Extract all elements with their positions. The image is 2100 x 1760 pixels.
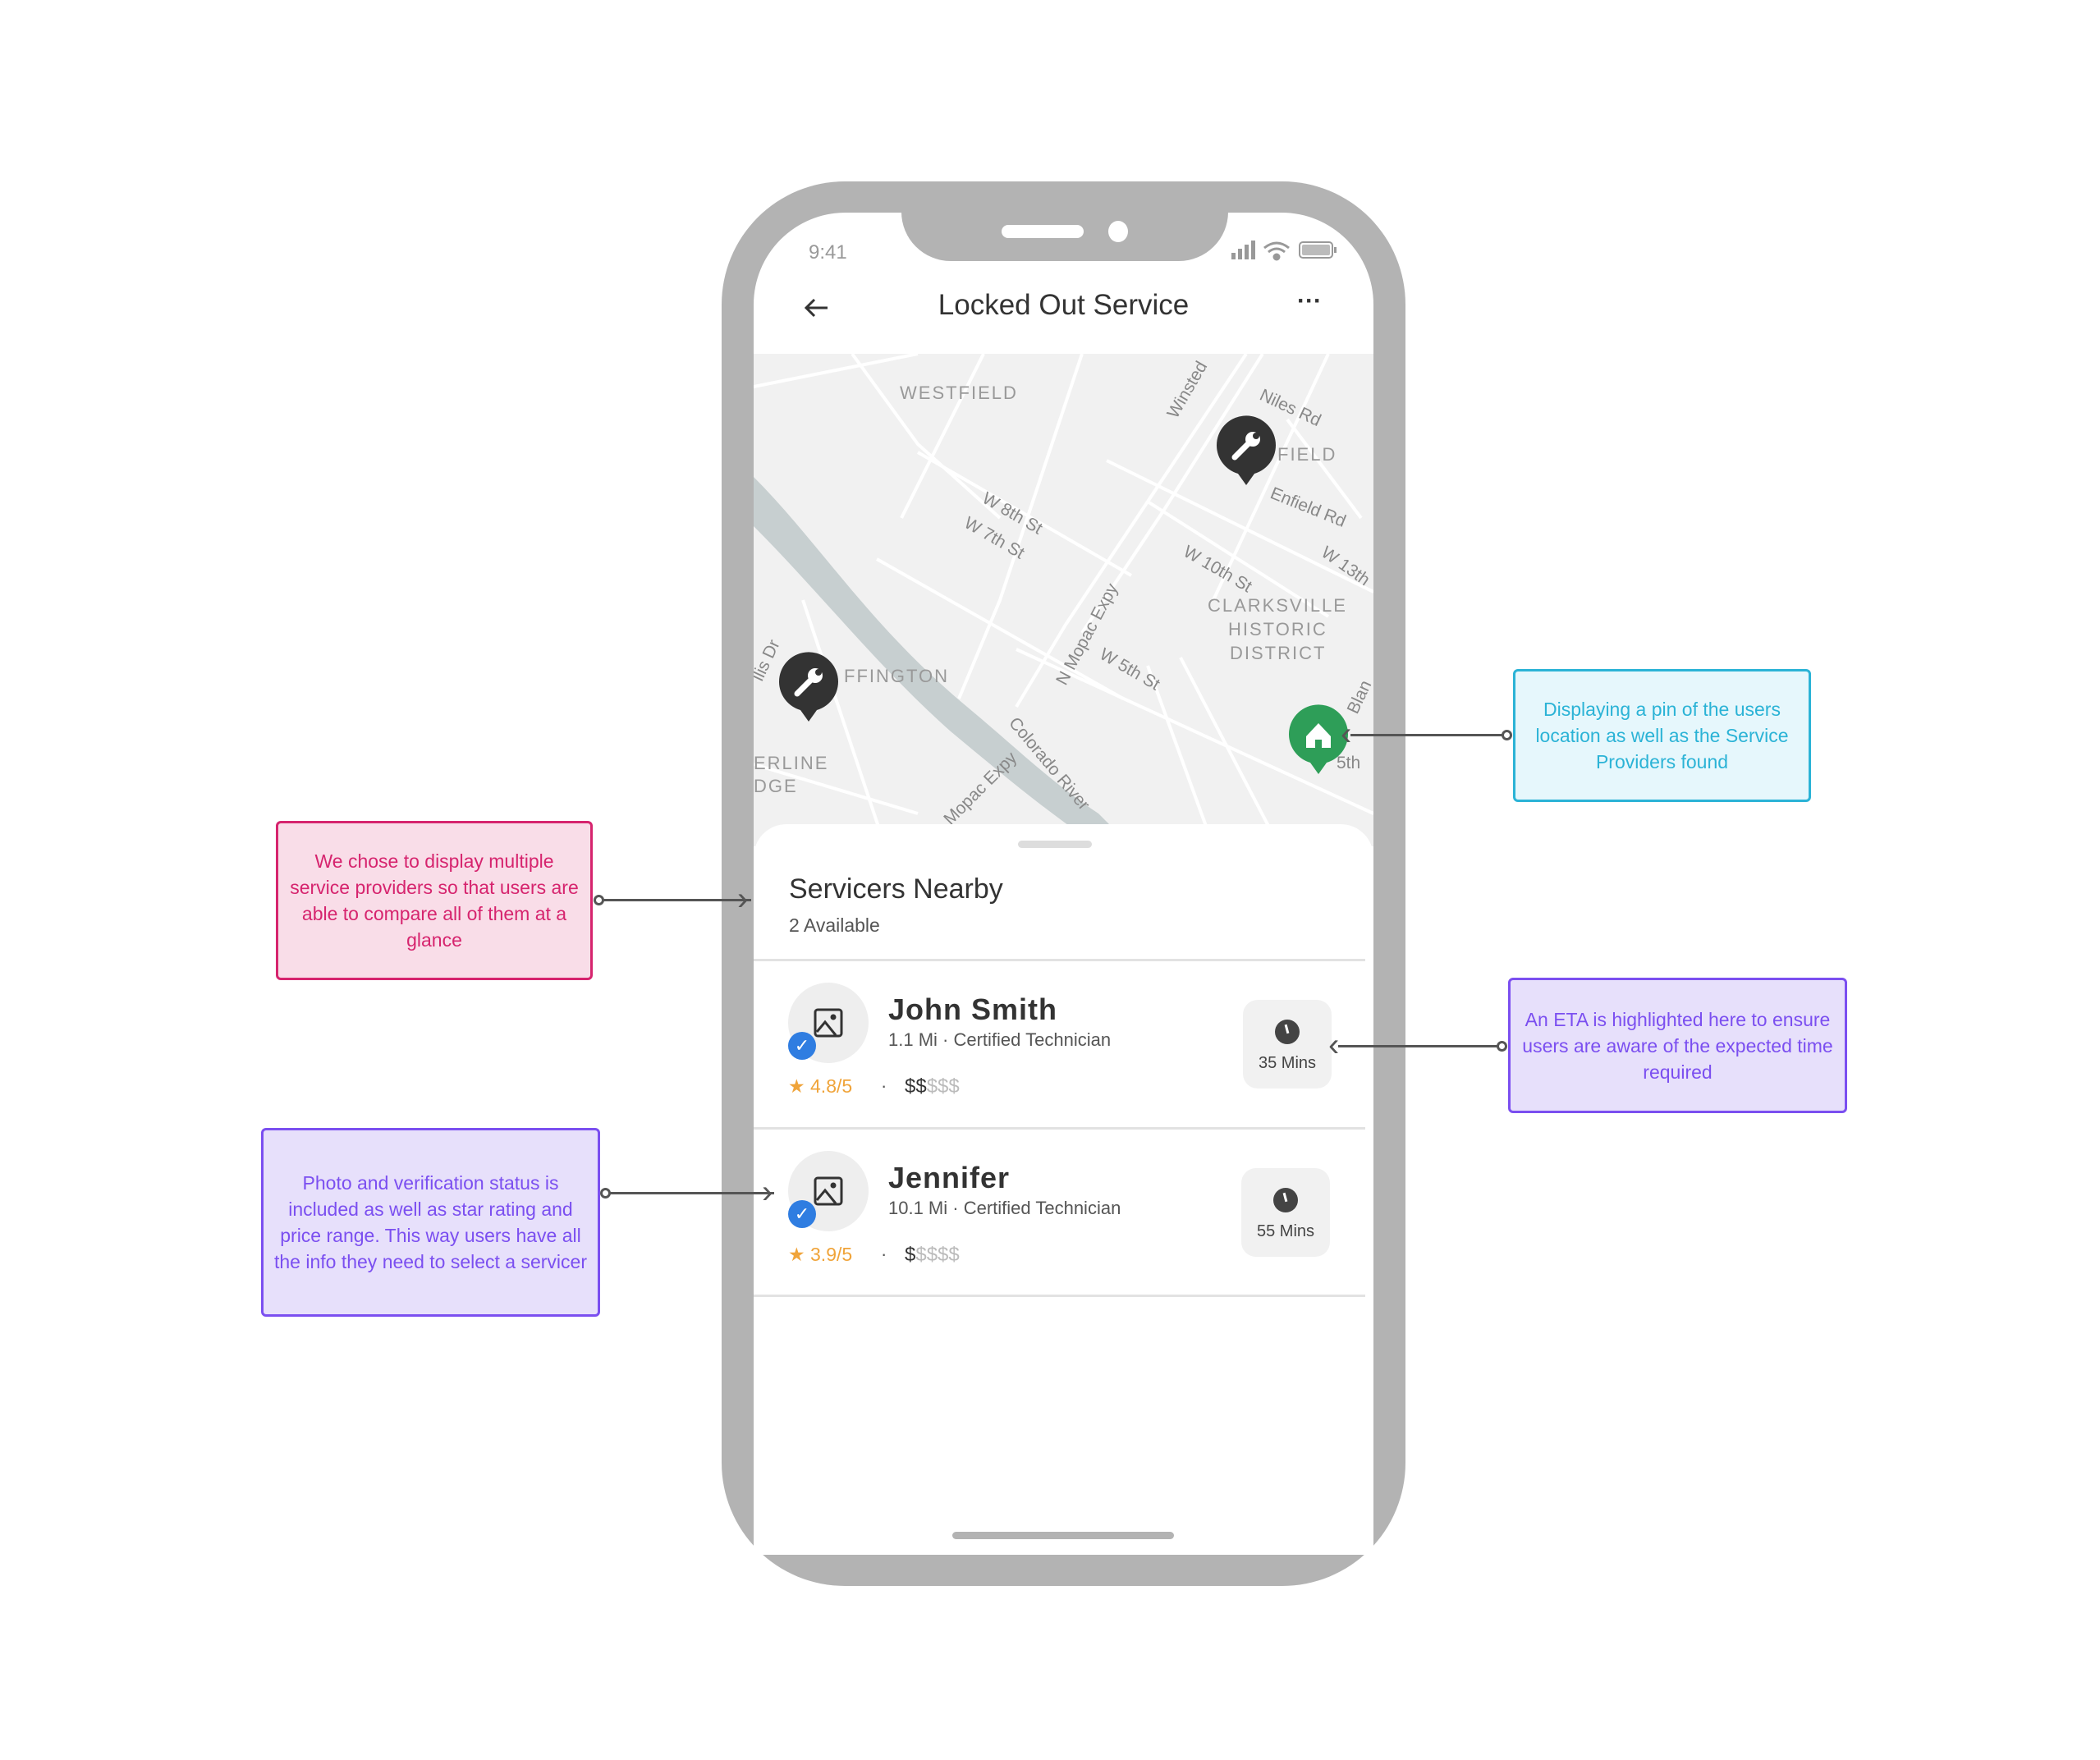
connector-line bbox=[603, 899, 751, 901]
clock-icon bbox=[1273, 1188, 1298, 1212]
eta-badge: 55 Mins bbox=[1241, 1168, 1330, 1257]
map-label: FIELD bbox=[1277, 444, 1337, 465]
arrow-left-icon: ‹ bbox=[1341, 716, 1352, 752]
verified-check-icon: ✓ bbox=[788, 1032, 816, 1060]
verified-check-icon: ✓ bbox=[788, 1200, 816, 1228]
divider bbox=[754, 1295, 1365, 1297]
map-label: CLARKSVILLE bbox=[1208, 595, 1347, 616]
connector-line bbox=[1350, 734, 1503, 736]
road-label: W 13th bbox=[1318, 543, 1373, 589]
arrow-left-icon: ‹ bbox=[1328, 1027, 1340, 1063]
servicer-details: 1.1 Mi · Certified Technician bbox=[888, 1029, 1112, 1050]
arrow-right-icon: › bbox=[762, 1174, 773, 1210]
image-placeholder-icon bbox=[814, 1008, 843, 1038]
wrench-pin-icon[interactable] bbox=[1216, 415, 1276, 485]
page-title: Locked Out Service bbox=[938, 289, 1190, 321]
sheet-title: Servicers Nearby bbox=[789, 873, 1003, 905]
servicer-name: John Smith bbox=[888, 992, 1057, 1026]
price-range: $$$$$ bbox=[905, 1244, 960, 1266]
arrow-right-icon: › bbox=[737, 881, 749, 917]
servicer-details: 10.1 Mi · Certified Technician bbox=[888, 1198, 1121, 1218]
clock-icon bbox=[1275, 1020, 1300, 1044]
sheet-drag-handle[interactable] bbox=[1018, 841, 1092, 848]
eta-badge: 35 Mins bbox=[1243, 1000, 1332, 1089]
rating: ★ 3.9/5 bbox=[788, 1244, 853, 1265]
phone-notch bbox=[901, 181, 1228, 261]
signal-icon bbox=[1231, 241, 1255, 259]
road-label: Winsted bbox=[1163, 358, 1211, 421]
wrench-pin-icon[interactable] bbox=[778, 652, 838, 722]
servicer-row[interactable]: ✓ Jennifer 10.1 Mi · Certified Technicia… bbox=[754, 1130, 1365, 1296]
annotation-compare: We chose to display multiple service pro… bbox=[276, 821, 593, 980]
map-label: FFINGTON bbox=[844, 666, 949, 686]
map[interactable]: WESTFIELD FIELD CLARKSVILLE HISTORIC DIS… bbox=[754, 354, 1373, 846]
annotation-eta: An ETA is highlighted here to ensure use… bbox=[1508, 978, 1847, 1113]
annotation-pins: Displaying a pin of the users location a… bbox=[1513, 669, 1811, 802]
wifi-icon bbox=[1263, 241, 1290, 261]
camera bbox=[1108, 221, 1128, 242]
road-label: Enfield Rd bbox=[1268, 484, 1348, 531]
image-placeholder-icon bbox=[814, 1176, 843, 1206]
road-label: N Mopac Expy bbox=[1052, 580, 1122, 689]
connector-line bbox=[610, 1192, 774, 1194]
annotation-photo: Photo and verification status is include… bbox=[261, 1128, 600, 1317]
status-icons bbox=[1231, 241, 1337, 261]
road-label: Blan bbox=[1344, 677, 1373, 717]
road-label: 5th bbox=[1337, 754, 1360, 772]
home-indicator[interactable] bbox=[952, 1532, 1174, 1539]
road-label: llis Dr bbox=[754, 637, 784, 684]
map-label: ERLINE bbox=[754, 753, 828, 773]
speaker bbox=[1002, 225, 1084, 238]
price-range: $$$$$ bbox=[905, 1075, 960, 1098]
available-count: 2 Available bbox=[789, 914, 880, 936]
more-options-icon[interactable]: ··· bbox=[1297, 287, 1322, 315]
connector-line bbox=[1338, 1045, 1498, 1047]
road-label: Mopac Expy bbox=[940, 748, 1020, 828]
battery-icon bbox=[1299, 241, 1337, 259]
star-icon: ★ bbox=[788, 1244, 805, 1265]
map-label: HISTORIC bbox=[1228, 619, 1327, 639]
servicer-row[interactable]: ✓ John Smith 1.1 Mi · Certified Technici… bbox=[754, 961, 1365, 1128]
map-label: DISTRICT bbox=[1230, 643, 1326, 663]
status-time: 9:41 bbox=[809, 241, 847, 264]
map-label: WESTFIELD bbox=[900, 383, 1018, 403]
road-label: W 5th St bbox=[1097, 644, 1163, 694]
star-icon: ★ bbox=[788, 1075, 805, 1097]
rating: ★ 4.8/5 bbox=[788, 1075, 853, 1097]
map-label: DGE bbox=[754, 776, 798, 796]
servicer-name: Jennifer bbox=[888, 1161, 1011, 1194]
